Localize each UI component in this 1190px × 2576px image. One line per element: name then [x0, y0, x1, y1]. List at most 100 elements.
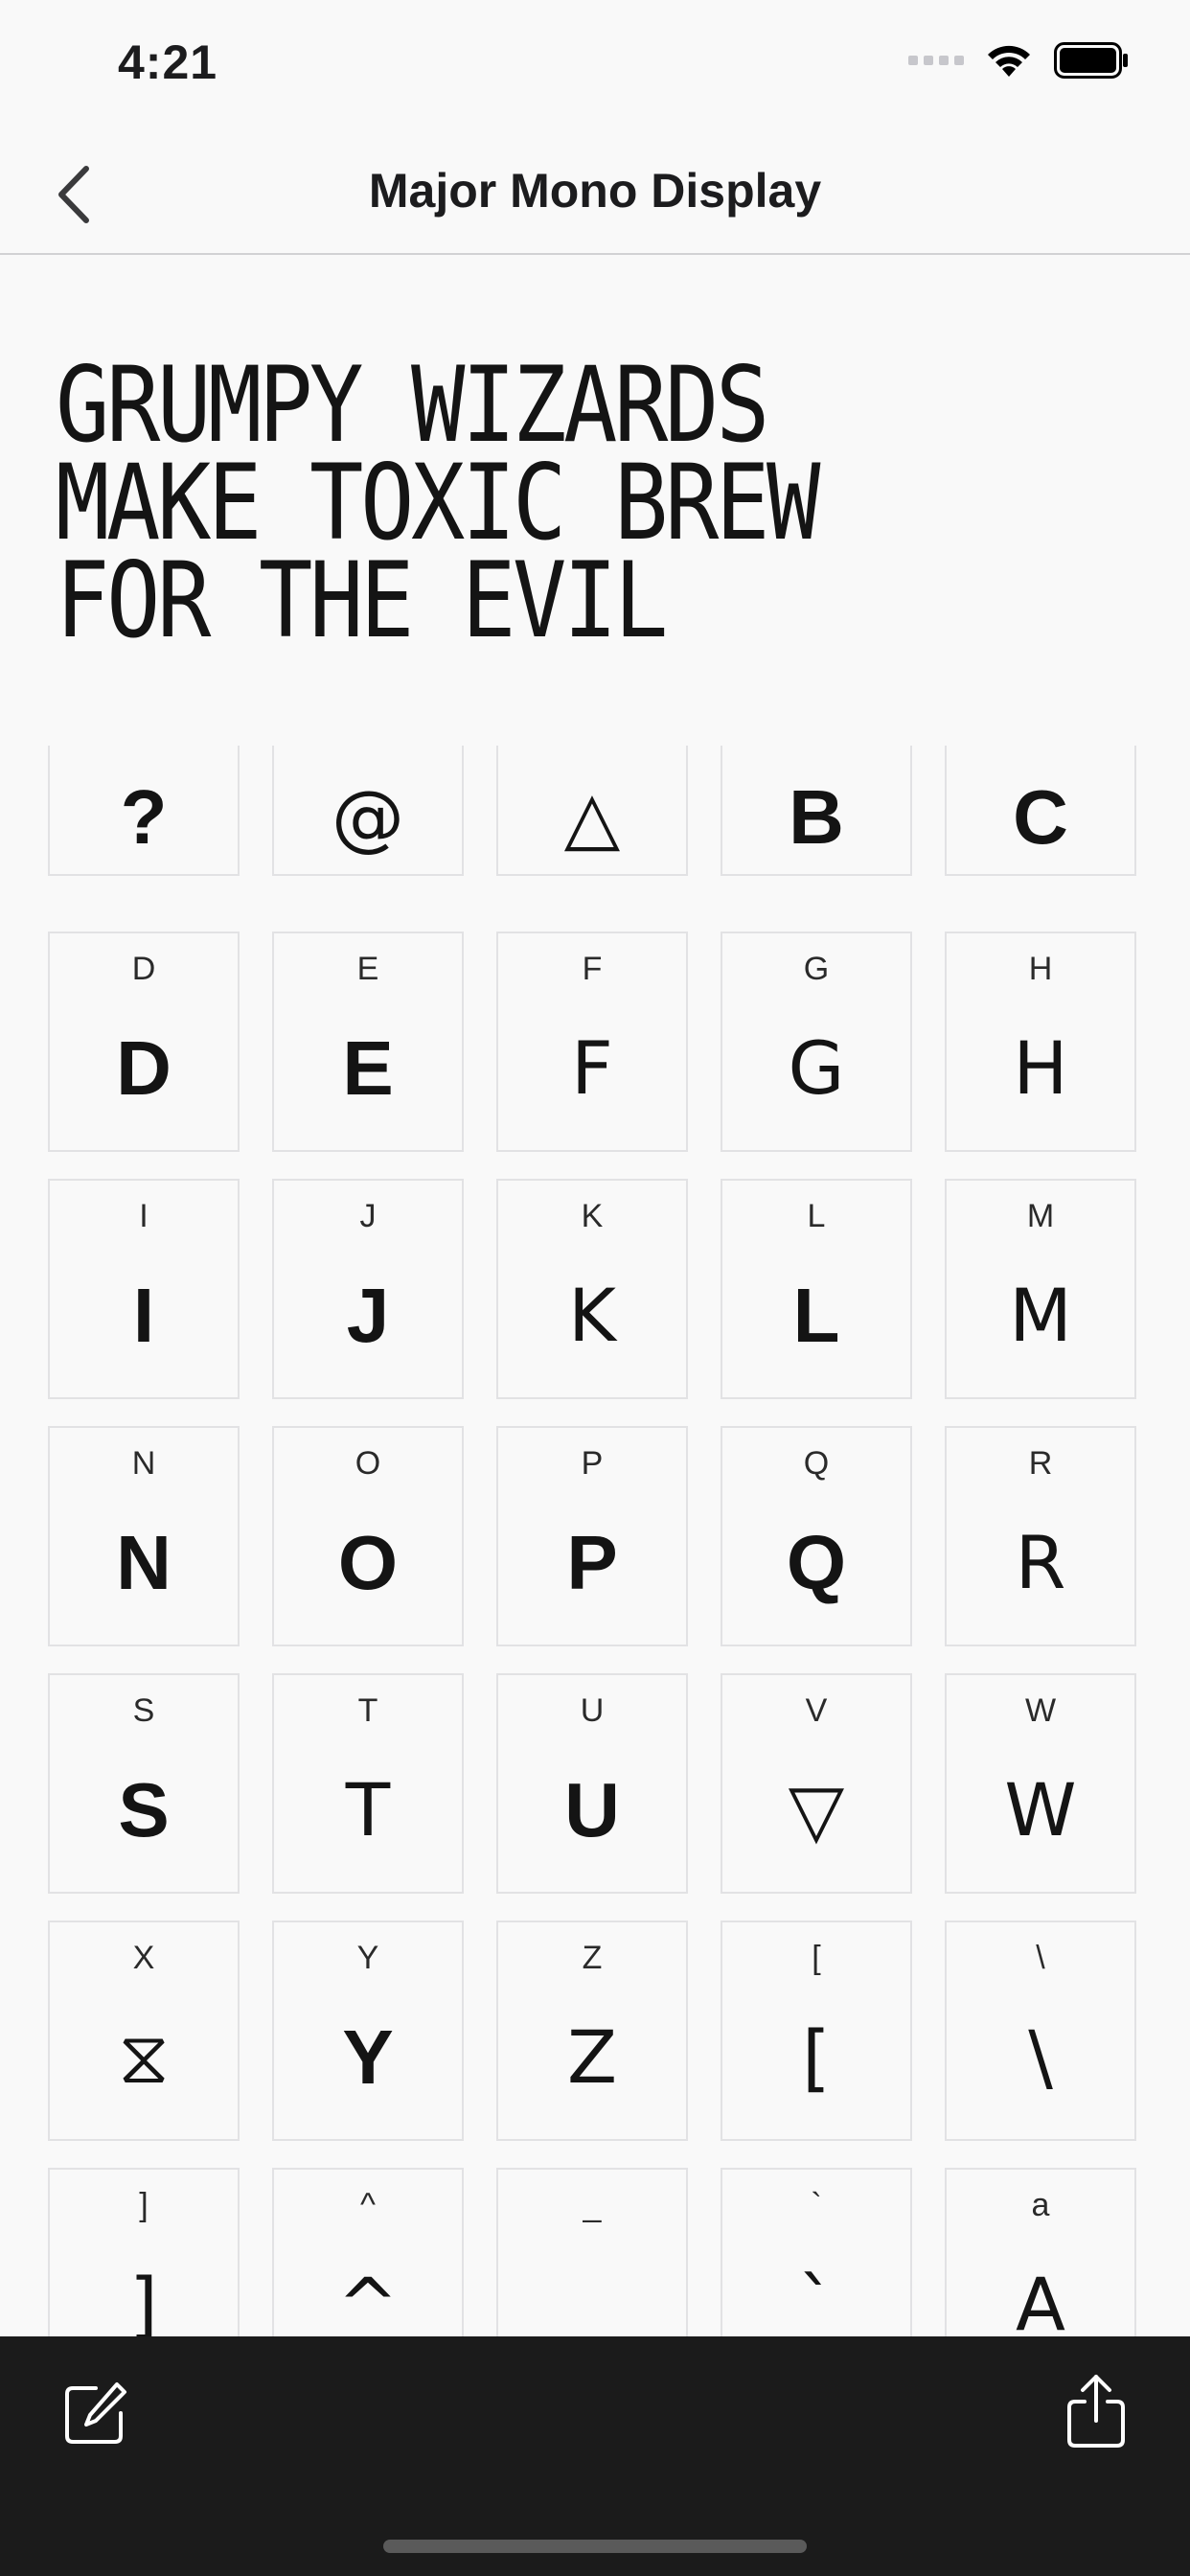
- glyph-grid[interactable]: ? @ △ B C D D E E F F G G H H I I J J K K L L M M N N O O P P Q Q R R S S T T U…: [48, 746, 1142, 2336]
- glyph-cell-character: J: [346, 1273, 390, 1358]
- glyph-cell-label: _: [583, 2187, 602, 2223]
- signal-icon: [908, 56, 964, 65]
- glyph-cell[interactable]: C: [945, 746, 1136, 876]
- glyph-cell-character: A: [1016, 2262, 1065, 2336]
- home-indicator: [383, 2540, 807, 2553]
- glyph-cell-character: △: [563, 774, 621, 860]
- compose-icon[interactable]: [63, 2380, 130, 2448]
- glyph-cell-character: L: [792, 1273, 840, 1358]
- glyph-cell-label: Z: [582, 1940, 603, 1976]
- glyph-cell-label: V: [805, 1692, 828, 1729]
- glyph-cell-character: Z: [566, 2014, 618, 2100]
- glyph-cell[interactable]: JJ: [272, 1179, 464, 1399]
- glyph-cell[interactable]: B: [721, 746, 912, 876]
- page-title: Major Mono Display: [368, 164, 822, 218]
- navigation-bar: Major Mono Display: [0, 134, 1190, 255]
- glyph-cell[interactable]: △: [496, 746, 688, 876]
- glyph-cell[interactable]: ^ ^: [272, 2168, 464, 2336]
- glyph-cell-character: Y: [342, 2014, 394, 2100]
- glyph-cell-character: ^: [337, 2262, 399, 2336]
- glyph-cell[interactable]: aA: [945, 2168, 1136, 2336]
- status-bar: 4:21: [0, 0, 1190, 134]
- glyph-cell[interactable]: TT: [272, 1673, 464, 1894]
- glyph-cell[interactable]: X ⧖: [48, 1920, 240, 2141]
- glyph-cell-character: ]: [129, 2262, 158, 2336]
- glyph-cell-character: U: [564, 1767, 620, 1852]
- glyph-cell-label: L: [807, 1198, 826, 1234]
- glyph-cell-label: Q: [803, 1445, 830, 1482]
- glyph-cell[interactable]: OO: [272, 1426, 464, 1646]
- glyph-cell-label: E: [356, 951, 379, 987]
- glyph-cell-character: Q: [786, 1520, 847, 1605]
- glyph-cell-label: K: [581, 1198, 604, 1234]
- glyph-cell[interactable]: DD: [48, 932, 240, 1152]
- glyph-cell[interactable]: YY: [272, 1920, 464, 2141]
- glyph-cell-character: ⧖: [118, 2014, 170, 2100]
- glyph-cell-character: G: [788, 1025, 845, 1111]
- glyph-cell-character: W: [1004, 1767, 1077, 1852]
- glyph-cell[interactable]: MM: [945, 1179, 1136, 1399]
- glyph-cell-label: I: [139, 1198, 149, 1234]
- glyph-cell[interactable]: FF: [496, 932, 688, 1152]
- glyph-cell-character: D: [116, 1025, 172, 1111]
- glyph-cell[interactable]: _: [496, 2168, 688, 2336]
- glyph-cell-character: `: [798, 2262, 835, 2336]
- glyph-cell-label: X: [132, 1940, 155, 1976]
- glyph-cell-character: M: [1009, 1273, 1072, 1358]
- glyph-cell[interactable]: II: [48, 1179, 240, 1399]
- glyph-cell-label: \: [1036, 1940, 1045, 1976]
- glyph-cell-character: B: [789, 774, 844, 860]
- glyph-cell-label: T: [357, 1692, 378, 1729]
- share-icon[interactable]: [1065, 2373, 1127, 2450]
- glyph-cell[interactable]: [[: [721, 1920, 912, 2141]
- glyph-cell-label: S: [132, 1692, 155, 1729]
- glyph-cell-label: U: [580, 1692, 605, 1729]
- glyph-cell-character: F: [571, 1025, 613, 1111]
- glyph-cell-label: G: [803, 951, 830, 987]
- battery-icon: [1054, 42, 1128, 79]
- glyph-cell[interactable]: V ▽: [721, 1673, 912, 1894]
- glyph-cell[interactable]: ]]: [48, 2168, 240, 2336]
- glyph-cell-character: T: [345, 1767, 391, 1852]
- glyph-cell[interactable]: @: [272, 746, 464, 876]
- glyph-cell[interactable]: WW: [945, 1673, 1136, 1894]
- glyph-cell-label: a: [1031, 2187, 1050, 2223]
- glyph-cell[interactable]: SS: [48, 1673, 240, 1894]
- glyph-cell-label: D: [131, 951, 156, 987]
- glyph-cell-label: W: [1024, 1692, 1057, 1729]
- glyph-cell[interactable]: UU: [496, 1673, 688, 1894]
- glyph-cell[interactable]: KK: [496, 1179, 688, 1399]
- glyph-cell-label: Y: [356, 1940, 379, 1976]
- glyph-cell-label: `: [811, 2187, 822, 2223]
- glyph-cell[interactable]: ZZ: [496, 1920, 688, 2141]
- glyph-cell-character: C: [1013, 774, 1068, 860]
- glyph-cell-character: [: [802, 2014, 831, 2100]
- glyph-cell-character: N: [116, 1520, 172, 1605]
- glyph-cell[interactable]: LL: [721, 1179, 912, 1399]
- glyph-cell[interactable]: EE: [272, 932, 464, 1152]
- status-time: 4:21: [118, 35, 218, 89]
- glyph-cell-label: ]: [139, 2187, 149, 2223]
- glyph-cell-label: R: [1028, 1445, 1053, 1482]
- glyph-cell[interactable]: ?: [48, 746, 240, 876]
- glyph-cell-character: S: [118, 1767, 170, 1852]
- glyph-cell-label: N: [131, 1445, 156, 1482]
- glyph-cell-character: ▽: [788, 1767, 845, 1852]
- glyph-cell[interactable]: PP: [496, 1426, 688, 1646]
- glyph-cell[interactable]: HH: [945, 932, 1136, 1152]
- glyph-cell[interactable]: ` `: [721, 2168, 912, 2336]
- glyph-cell[interactable]: RR: [945, 1426, 1136, 1646]
- glyph-cell[interactable]: QQ: [721, 1426, 912, 1646]
- glyph-cell-character: O: [337, 1520, 399, 1605]
- glyph-cell-character: @: [332, 774, 404, 860]
- glyph-cell-character: H: [1013, 1025, 1068, 1111]
- wifi-icon: [988, 45, 1030, 77]
- glyph-cell-label: ^: [360, 2187, 376, 2223]
- glyph-cell[interactable]: GG: [721, 932, 912, 1152]
- status-icons: [908, 42, 1129, 79]
- glyph-cell-label: M: [1026, 1198, 1055, 1234]
- glyph-cell[interactable]: NN: [48, 1426, 240, 1646]
- glyph-cell-label: O: [355, 1445, 381, 1482]
- glyph-cell[interactable]: \ \: [945, 1920, 1136, 2141]
- glyph-cell-character: \: [1028, 2014, 1053, 2100]
